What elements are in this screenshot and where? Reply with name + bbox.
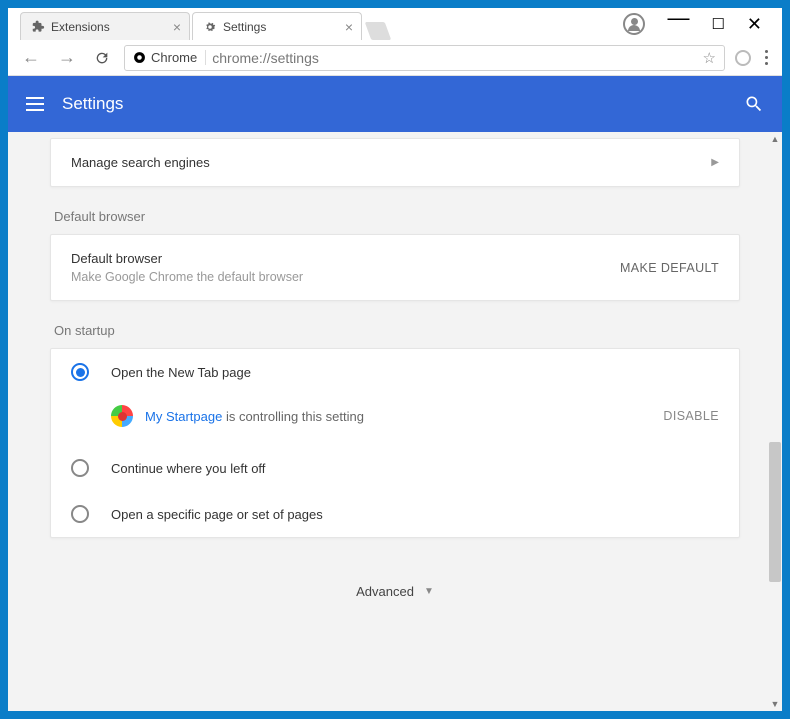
tab-settings[interactable]: Settings × (192, 12, 362, 40)
chevron-down-icon: ▼ (424, 586, 434, 597)
default-browser-subtitle: Make Google Chrome the default browser (71, 270, 303, 284)
tab-extensions[interactable]: Extensions × (20, 12, 190, 40)
address-bar[interactable]: Chrome chrome://settings ☆ (124, 45, 725, 71)
url-text: chrome://settings (212, 50, 319, 66)
chrome-icon (133, 51, 146, 64)
section-label-startup: On startup (54, 323, 740, 338)
profile-icon[interactable] (623, 13, 645, 35)
startup-option-new-tab[interactable]: Open the New Tab page (51, 349, 739, 395)
extension-controlled-notice: My Startpage is controlling this setting… (51, 395, 739, 445)
close-window-button[interactable]: ✕ (747, 14, 762, 35)
radio-selected-icon (71, 363, 89, 381)
maximize-button[interactable]: ☐ (711, 15, 724, 33)
tab-label: Settings (223, 20, 266, 34)
default-browser-text: Default browser Make Google Chrome the d… (71, 251, 303, 284)
startup-option-continue[interactable]: Continue where you left off (51, 445, 739, 491)
new-tab-button[interactable] (365, 22, 392, 40)
controlled-suffix: is controlling this setting (222, 409, 364, 424)
radio-unselected-icon (71, 459, 89, 477)
default-browser-title: Default browser (71, 251, 303, 266)
window-controls: — ☐ ✕ (613, 11, 782, 37)
content-area: ▲ ▼ Manage search engines ▶ Default brow… (8, 132, 782, 711)
row-label: Manage search engines (71, 155, 210, 170)
origin-label: Chrome (151, 50, 197, 65)
extension-name-link[interactable]: My Startpage (145, 409, 222, 424)
browser-menu-button[interactable] (761, 50, 772, 65)
option-label: Continue where you left off (111, 461, 265, 476)
section-label-default-browser: Default browser (54, 209, 740, 224)
bookmark-star-icon[interactable]: ☆ (703, 49, 716, 67)
browser-window: Extensions × Settings × — ☐ ✕ ← → (8, 8, 782, 711)
back-button[interactable]: ← (18, 47, 44, 68)
page-title: Settings (62, 94, 123, 114)
startup-card: Open the New Tab page My Startpage is co… (50, 348, 740, 538)
scroll-up-icon[interactable]: ▲ (770, 134, 780, 144)
gear-icon (203, 20, 217, 34)
tab-strip: Extensions × Settings × (8, 8, 613, 40)
manage-search-engines-row[interactable]: Manage search engines ▶ (51, 139, 739, 186)
scrollbar-thumb[interactable] (769, 442, 781, 582)
extension-app-icon (111, 405, 133, 427)
option-label: Open a specific page or set of pages (111, 507, 323, 522)
tab-label: Extensions (51, 20, 110, 34)
close-icon[interactable]: × (173, 20, 181, 34)
advanced-label: Advanced (356, 584, 414, 599)
advanced-toggle[interactable]: Advanced ▼ (50, 556, 740, 609)
extension-indicator-icon[interactable] (735, 50, 751, 66)
forward-button[interactable]: → (54, 47, 80, 68)
controlled-text: My Startpage is controlling this setting (145, 409, 364, 424)
minimize-button[interactable]: — (667, 5, 689, 31)
extension-icon (31, 20, 45, 34)
make-default-button[interactable]: MAKE DEFAULT (620, 261, 719, 275)
hamburger-menu-button[interactable] (26, 97, 44, 111)
radio-unselected-icon (71, 505, 89, 523)
titlebar: Extensions × Settings × — ☐ ✕ (8, 8, 782, 40)
toolbar: ← → Chrome chrome://settings ☆ (8, 40, 782, 76)
chevron-right-icon: ▶ (711, 157, 719, 168)
content-column: Manage search engines ▶ Default browser … (50, 138, 740, 649)
disable-button[interactable]: DISABLE (663, 409, 719, 423)
startup-option-specific-pages[interactable]: Open a specific page or set of pages (51, 491, 739, 537)
search-icon[interactable] (744, 94, 764, 114)
default-browser-row: Default browser Make Google Chrome the d… (51, 235, 739, 300)
origin-chip: Chrome (133, 50, 206, 65)
settings-header: Settings (8, 76, 782, 132)
close-icon[interactable]: × (345, 20, 353, 34)
option-label: Open the New Tab page (111, 365, 251, 380)
default-browser-card: Default browser Make Google Chrome the d… (50, 234, 740, 301)
scroll-down-icon[interactable]: ▼ (770, 699, 780, 709)
reload-button[interactable] (90, 50, 114, 66)
search-engines-card: Manage search engines ▶ (50, 138, 740, 187)
